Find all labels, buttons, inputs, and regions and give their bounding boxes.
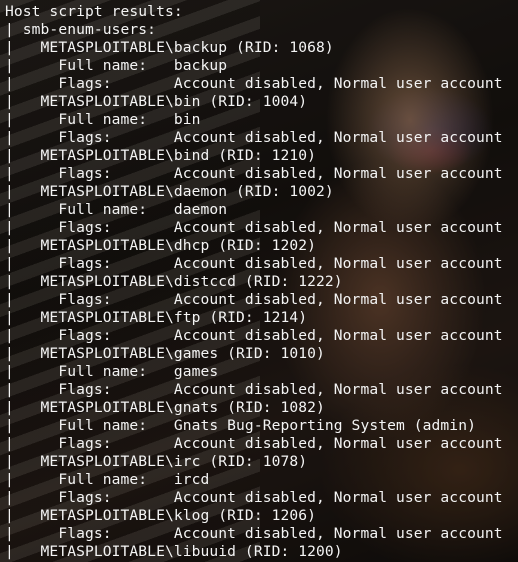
output-line: | Flags: Account disabled, Normal user a… (5, 327, 503, 344)
output-line: | METASPLOITABLE\libuuid (RID: 1200) (5, 543, 343, 560)
output-line: | METASPLOITABLE\backup (RID: 1068) (5, 39, 334, 56)
output-line: | METASPLOITABLE\ftp (RID: 1214) (5, 309, 308, 326)
output-line: | smb-enum-users: (5, 21, 157, 38)
output-line: | Full name: Gnats Bug-Reporting System … (5, 417, 476, 434)
output-line: | METASPLOITABLE\distccd (RID: 1222) (5, 273, 343, 290)
output-line: | Flags: Account disabled, Normal user a… (5, 219, 503, 236)
output-line: | METASPLOITABLE\dhcp (RID: 1202) (5, 237, 317, 254)
output-line: | METASPLOITABLE\daemon (RID: 1002) (5, 183, 334, 200)
output-line: | Flags: Account disabled, Normal user a… (5, 381, 503, 398)
output-line: | Full name: bin (5, 111, 201, 128)
output-line: | Full name: ircd (5, 471, 210, 488)
output-line: | METASPLOITABLE\bin (RID: 1004) (5, 93, 308, 110)
output-line: | Flags: Account disabled, Normal user a… (5, 489, 503, 506)
output-line: | Flags: Account disabled, Normal user a… (5, 291, 503, 308)
output-line: | Flags: Account disabled, Normal user a… (5, 75, 503, 92)
output-line: Host script results: (5, 3, 183, 20)
output-line: | METASPLOITABLE\bind (RID: 1210) (5, 147, 317, 164)
terminal-window[interactable]: Host script results: | smb-enum-users: | M… (0, 0, 518, 562)
output-line: | Flags: Account disabled, Normal user a… (5, 525, 503, 542)
output-line: | Full name: games (5, 363, 219, 380)
output-line: | Flags: Account disabled, Normal user a… (5, 435, 503, 452)
output-line: | Flags: Account disabled, Normal user a… (5, 129, 503, 146)
output-line: | Flags: Account disabled, Normal user a… (5, 165, 503, 182)
output-line: | METASPLOITABLE\klog (RID: 1206) (5, 507, 317, 524)
output-line: | Flags: Account disabled, Normal user a… (5, 255, 503, 272)
output-line: | Full name: daemon (5, 201, 228, 218)
terminal-output[interactable]: Host script results: | smb-enum-users: | M… (5, 3, 503, 561)
output-line: | METASPLOITABLE\games (RID: 1010) (5, 345, 325, 362)
output-line: | METASPLOITABLE\irc (RID: 1078) (5, 453, 308, 470)
output-line: | METASPLOITABLE\gnats (RID: 1082) (5, 399, 325, 416)
output-line: | Full name: backup (5, 57, 228, 74)
